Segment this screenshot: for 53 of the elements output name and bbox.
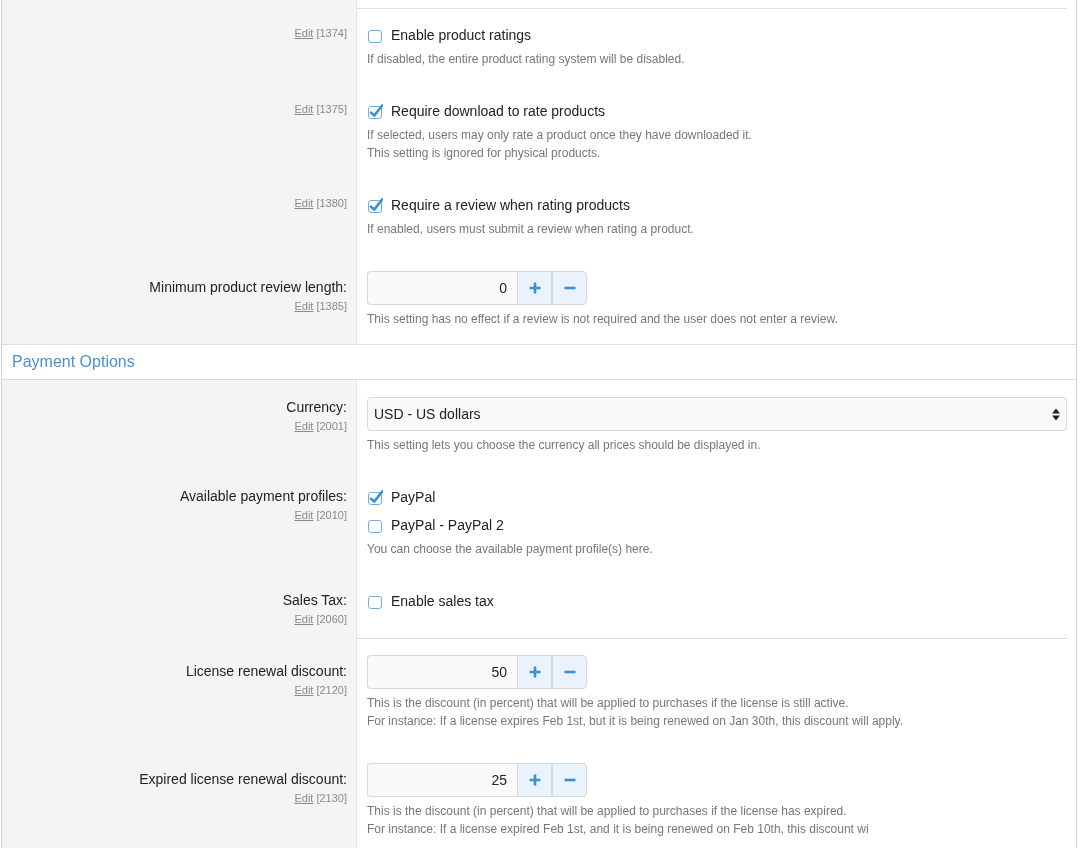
checkbox[interactable] (368, 197, 383, 213)
setting-id: [2060] (316, 613, 347, 625)
updown-caret-icon (1052, 407, 1060, 421)
setting-label: Expired license renewal discount: (138, 770, 347, 789)
checkbox[interactable] (368, 517, 383, 533)
minus-icon (563, 286, 576, 290)
number-input[interactable]: 25 (367, 763, 517, 797)
setting-id: [1380] (316, 197, 347, 209)
currency-select[interactable]: USD - US dollars (367, 397, 1067, 431)
setting-label: Minimum product review length: (148, 278, 347, 297)
checkbox-label[interactable]: Enable sales tax (391, 591, 494, 611)
plus-icon (528, 774, 541, 786)
setting-id: [2130] (316, 792, 347, 804)
setting-id: [1375] (316, 103, 347, 115)
help-text: For instance: If a license expired Feb 1st, and it is being renewed on Feb 10th, this discount wi (367, 821, 870, 838)
help-text: If selected, users may only rate a product once they have downloaded it. (367, 127, 753, 144)
setting-label: Available payment profiles: (178, 487, 347, 506)
checkbox[interactable] (368, 103, 383, 119)
plus-icon (528, 666, 541, 678)
checkbox-label[interactable]: Require a review when rating products (391, 195, 630, 215)
help-text: This is the discount (in percent) that will be applied to purchases if the license is still active. (367, 695, 850, 712)
section-heading: Payment Options (2, 344, 1076, 380)
help-text: For instance: If a license expires Feb 1st, but it is being renewed on Jan 30th, this discount will apply. (367, 713, 905, 730)
setting-label: License renewal discount: (184, 662, 347, 681)
setting-id: [1385] (316, 300, 347, 312)
increment-button[interactable] (517, 763, 552, 797)
setting-id: [2001] (316, 420, 347, 432)
increment-button[interactable] (517, 271, 552, 305)
checkbox-label[interactable]: Require download to rate products (391, 101, 606, 121)
help-text: If disabled, the entire product rating system will be disabled. (367, 51, 686, 68)
checkbox-label[interactable]: PayPal - PayPal 2 (391, 515, 504, 535)
checkbox[interactable] (368, 593, 383, 609)
plus-icon (528, 282, 541, 294)
checkbox[interactable] (368, 27, 383, 43)
setting-id: [1374] (316, 27, 347, 39)
setting-label: Sales Tax: (281, 591, 347, 610)
help-text: This is the discount (in percent) that will be applied to purchases if the license has expired. (367, 803, 848, 820)
checkbox-label[interactable]: Enable product ratings (391, 25, 532, 45)
increment-button[interactable] (517, 655, 552, 689)
setting-id: [2010] (316, 509, 347, 521)
setting-id: [2120] (316, 684, 347, 696)
minus-icon (563, 778, 576, 782)
number-input[interactable]: 0 (367, 271, 517, 305)
checkbox[interactable] (368, 489, 383, 505)
help-text: If enabled, users must submit a review when rating a product. (367, 221, 695, 238)
help-text: You can choose the available payment profile(s) here. (367, 541, 654, 558)
setting-label: Currency: (285, 398, 347, 417)
number-input[interactable]: 50 (367, 655, 517, 689)
help-text: This setting lets you choose the currency all prices should be displayed in. (367, 437, 762, 454)
minus-icon (563, 670, 576, 674)
checkbox-label[interactable]: PayPal (391, 487, 436, 507)
help-text: This setting has no effect if a review is not required and the user does not enter a review. (367, 311, 839, 328)
help-text: This setting is ignored for physical products. (367, 145, 602, 162)
